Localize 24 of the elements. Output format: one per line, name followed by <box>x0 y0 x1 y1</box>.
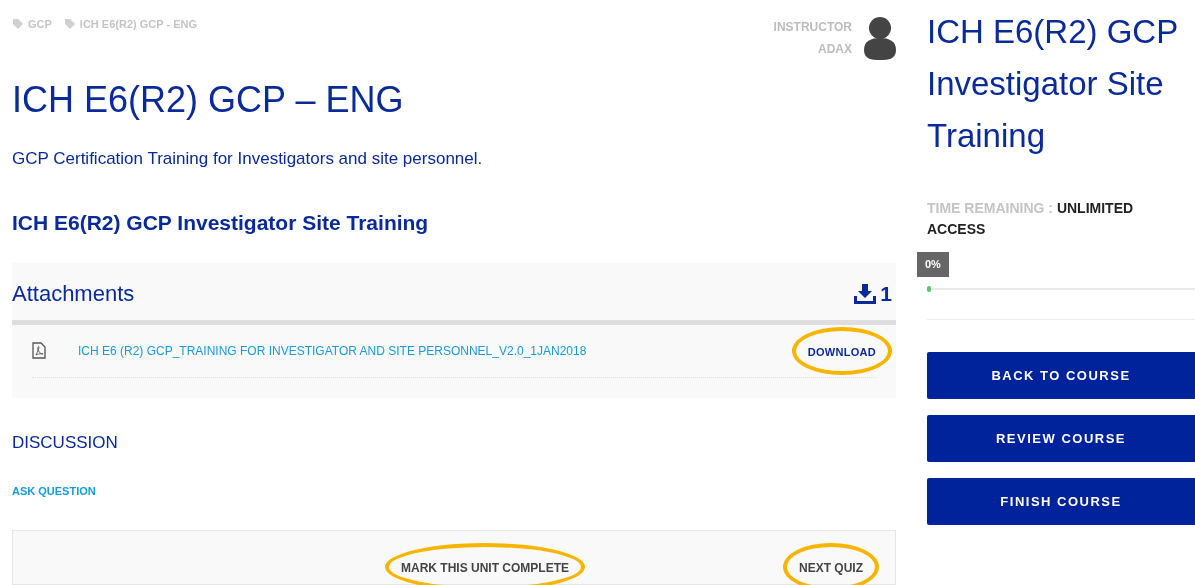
unit-title: ICH E6(R2) GCP Investigator Site Training <box>12 210 430 237</box>
subtitle: GCP Certification Training for Investigators and site personnel. <box>12 147 484 170</box>
sidebar-button[interactable]: REVIEW COURSE <box>927 415 1195 462</box>
footer-button[interactable]: MARK THIS UNIT COMPLETE <box>401 559 569 578</box>
download-icon <box>854 283 877 304</box>
footer-button[interactable]: NEXT QUIZ <box>799 559 863 578</box>
instructor-label: INSTRUCTOR <box>773 19 852 36</box>
instructor-name: ADAX <box>818 41 852 58</box>
pdf-file-icon <box>32 342 46 360</box>
discussion-heading: DISCUSSION <box>12 431 119 454</box>
tag-icon <box>63 18 76 31</box>
sidebar-title-line: Training <box>927 116 1046 156</box>
progress-tooltip: 0% <box>917 252 949 277</box>
sidebar-title-line: Investigator Site <box>927 64 1165 104</box>
sidebar-title-line: ICH E6(R2) GCP <box>927 12 1180 52</box>
avatar-icon <box>864 16 896 60</box>
attachment-count: 1 <box>880 281 892 308</box>
time-remaining: TIME REMAINING : UNLIMITED ACCESS <box>927 199 1135 239</box>
sidebar-button[interactable]: BACK TO COURSE <box>927 352 1195 399</box>
download-button[interactable]: DOWNLOAD <box>807 343 876 361</box>
sidebar-button[interactable]: FINISH COURSE <box>927 478 1195 525</box>
tag-icon <box>12 18 24 31</box>
page-title: ICH E6(R2) GCP – ENG <box>12 77 405 122</box>
attachments-heading: Attachments <box>12 279 135 308</box>
